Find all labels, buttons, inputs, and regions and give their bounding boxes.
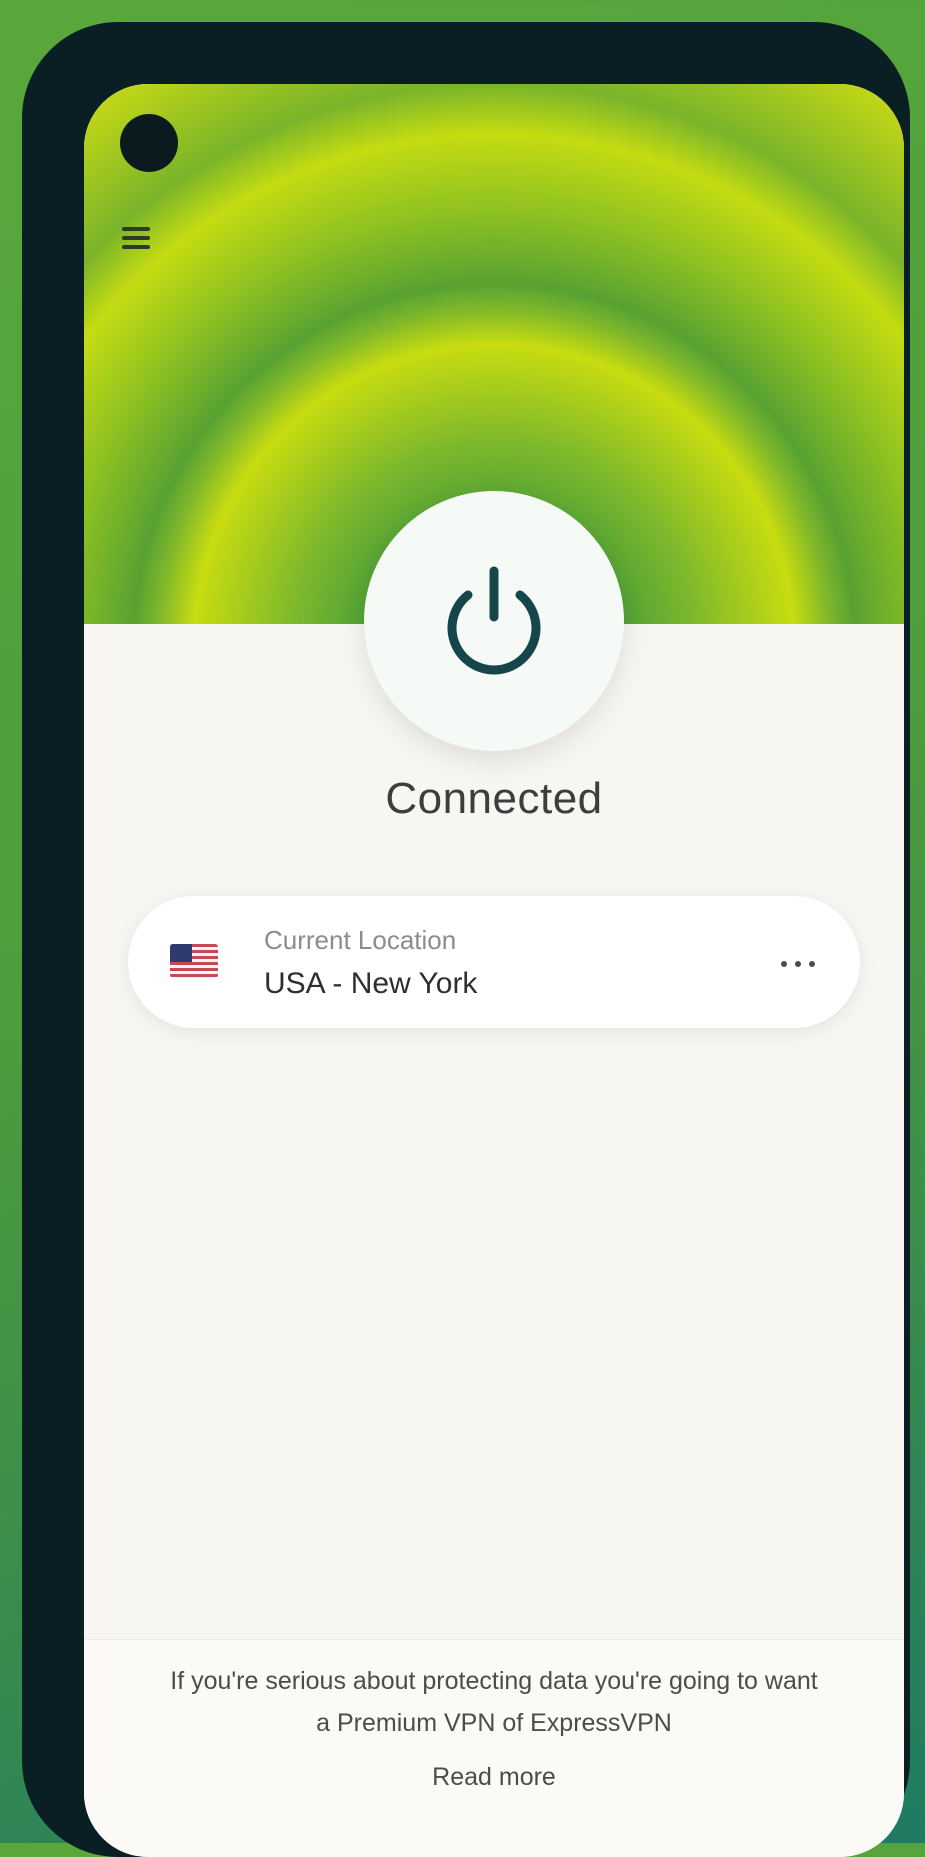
read-more-link[interactable]: Read more [84, 1756, 904, 1798]
promo-footer: If you're serious about protecting data … [84, 1639, 904, 1857]
power-toggle-button[interactable] [364, 491, 624, 751]
hamburger-menu-icon[interactable] [122, 222, 154, 252]
location-name: USA - New York [264, 967, 478, 1000]
more-options-icon[interactable] [770, 940, 826, 984]
app-screen: Connected Current Location USA - New Yor… [84, 84, 904, 1857]
power-icon [447, 566, 541, 675]
front-camera-cutout [120, 114, 178, 172]
location-text-group: Current Location USA - New York [264, 922, 477, 1006]
phone-frame: Connected Current Location USA - New Yor… [22, 22, 910, 1857]
current-location-card[interactable]: Current Location USA - New York [128, 896, 860, 1028]
usa-flag-icon [170, 944, 218, 978]
connection-status: Connected [385, 774, 603, 823]
location-caption: Current Location [264, 925, 457, 955]
footer-message: If you're serious about protecting data … [170, 1667, 818, 1737]
